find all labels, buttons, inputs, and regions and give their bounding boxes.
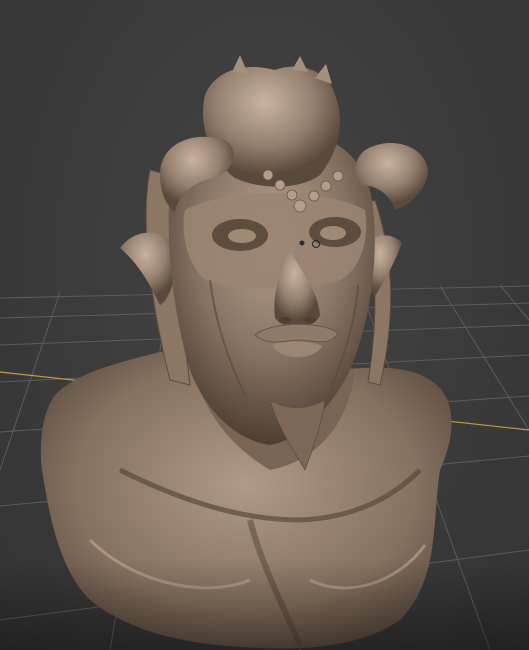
- right-eye: [320, 226, 346, 240]
- sculpted-bust-model[interactable]: [40, 55, 452, 649]
- transform-gizmo-dot[interactable]: [299, 240, 305, 246]
- right-nostril: [304, 317, 316, 323]
- crest-spike-left: [232, 55, 248, 74]
- viewport-vignette: [0, 560, 529, 650]
- left-eye: [228, 229, 256, 243]
- 3d-viewport[interactable]: [0, 0, 529, 650]
- viewport-canvas[interactable]: [0, 0, 529, 650]
- left-nostril: [279, 317, 291, 323]
- crest-spike-mid: [292, 56, 308, 72]
